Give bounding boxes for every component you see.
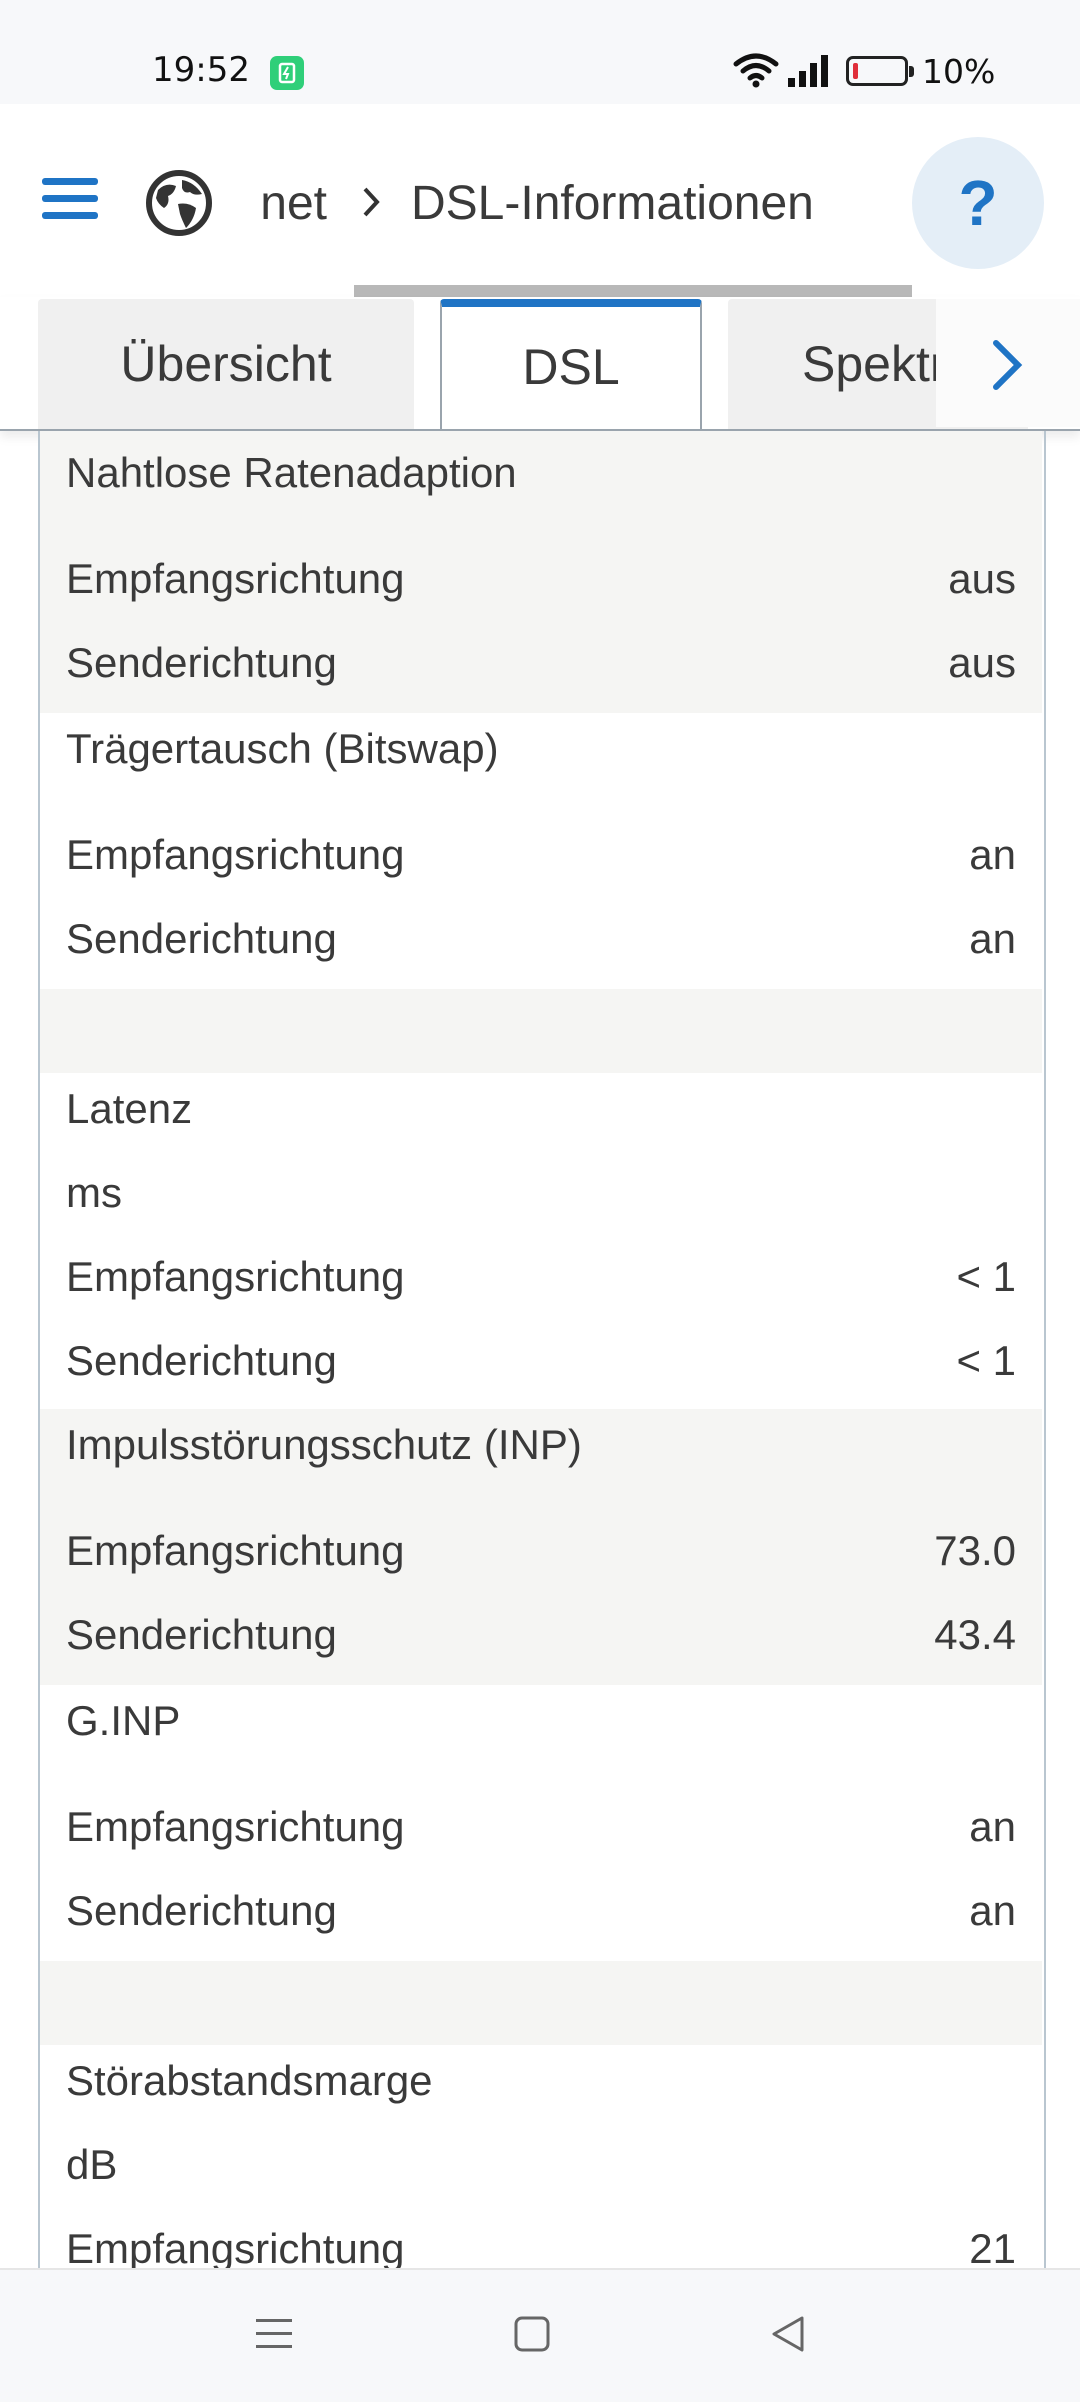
tab-dsl[interactable]: DSL <box>440 299 702 429</box>
section-spacer <box>40 989 1042 1073</box>
app-header: Internet DSL-Informationen ? <box>0 104 1080 294</box>
row-label: Senderichtung <box>66 1887 337 1934</box>
row-value: 21 <box>969 2225 1016 2268</box>
unit-label: ms <box>66 1169 122 1216</box>
row-value: 43.4 <box>934 1611 1016 1658</box>
row-value: an <box>969 1803 1016 1850</box>
unit-label: dB <box>66 2141 118 2188</box>
row-label: Senderichtung <box>66 1611 337 1658</box>
hamburger-menu-icon[interactable] <box>40 174 100 227</box>
section-title: G.INP <box>66 1697 181 1744</box>
table-row: Empfangsrichtung an <box>40 1785 1042 1869</box>
battery-level <box>853 63 858 79</box>
section-title: Störabstandsmarge <box>66 2057 433 2104</box>
row-label: Empfangsrichtung <box>66 555 405 602</box>
row-value: an <box>969 915 1016 962</box>
section-spacer <box>40 1961 1042 2045</box>
row-label: Senderichtung <box>66 915 337 962</box>
row-value: an <box>969 831 1016 878</box>
wifi-icon <box>732 52 780 93</box>
row-label: Empfangsrichtung <box>66 831 405 878</box>
chevron-right-icon <box>361 176 383 231</box>
row-value: aus <box>948 555 1016 602</box>
section-title: Trägertausch (Bitswap) <box>66 725 499 772</box>
globe-icon[interactable] <box>144 168 214 243</box>
recent-apps-icon[interactable] <box>254 2314 294 2359</box>
table-row: Senderichtung an <box>40 1869 1042 1953</box>
home-icon[interactable] <box>512 2314 552 2359</box>
status-time: 19:52 <box>152 50 250 90</box>
table-row: Empfangsrichtung 73.0 <box>40 1509 1042 1593</box>
table-row: Empfangsrichtung aus <box>40 537 1042 621</box>
row-label: Empfangsrichtung <box>66 1253 405 1300</box>
breadcrumb-current: DSL-Informationen <box>411 177 814 230</box>
row-label: Senderichtung <box>66 639 337 686</box>
signal-icon <box>786 54 832 93</box>
table-row: Empfangsrichtung 21 <box>40 2207 1042 2268</box>
table-row: Senderichtung 43.4 <box>40 1593 1042 1677</box>
row-value: < 1 <box>956 1337 1016 1384</box>
breadcrumb-parent[interactable]: Internet <box>262 176 327 231</box>
table-row: Empfangsrichtung an <box>40 813 1042 897</box>
row-value: < 1 <box>956 1253 1016 1300</box>
back-icon[interactable] <box>768 2314 808 2359</box>
tab-scroll-right-button[interactable] <box>936 299 1080 427</box>
row-value: aus <box>948 639 1016 686</box>
row-label: Senderichtung <box>66 1337 337 1384</box>
table-row: Senderichtung an <box>40 897 1042 981</box>
row-label: Empfangsrichtung <box>66 1803 405 1850</box>
battery-charging-icon <box>270 56 304 90</box>
battery-percentage: 10% <box>922 52 996 91</box>
tab-overview[interactable]: Übersicht <box>38 299 414 429</box>
row-value: an <box>969 1887 1016 1934</box>
dsl-info-table: Nahtlose Ratenadaption Empfangsrichtung … <box>38 431 1046 2268</box>
row-label: Empfangsrichtung <box>66 2225 405 2268</box>
section-title: Latenz <box>66 1085 193 1132</box>
breadcrumb: Internet DSL-Informationen <box>262 168 902 248</box>
help-button[interactable]: ? <box>912 137 1044 269</box>
system-navigation-bar <box>0 2268 1080 2402</box>
section-title: Nahtlose Ratenadaption <box>66 449 517 496</box>
battery-icon <box>846 56 914 86</box>
table-row: Senderichtung < 1 <box>40 1319 1042 1403</box>
table-row: Senderichtung aus <box>40 621 1042 705</box>
section-title: Impulsstörungsschutz (INP) <box>66 1421 582 1468</box>
row-label: Empfangsrichtung <box>66 1527 405 1574</box>
table-row: Empfangsrichtung < 1 <box>40 1235 1042 1319</box>
tab-bar: Übersicht DSL Spektrum <box>0 297 1080 431</box>
status-bar: 19:52 10% <box>0 0 1080 104</box>
row-value: 73.0 <box>934 1527 1016 1574</box>
horizontal-scroll-indicator <box>354 285 912 297</box>
